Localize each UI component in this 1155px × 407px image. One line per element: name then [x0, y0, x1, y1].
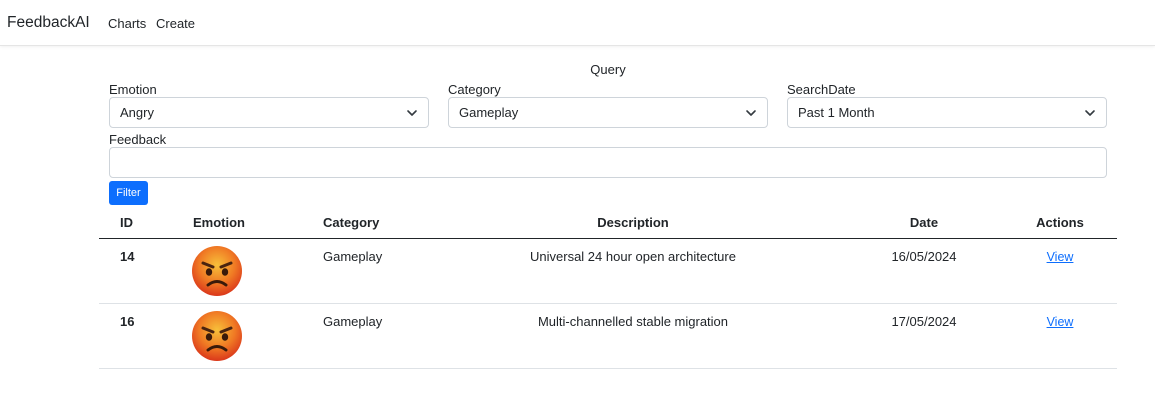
table-header-divider [99, 238, 1117, 239]
category-select-value: Gameplay [459, 105, 519, 120]
column-header-id: ID [120, 215, 133, 230]
feedback-input[interactable] [109, 147, 1107, 178]
search-date-select[interactable]: Past 1 Month [787, 97, 1107, 128]
row-divider [99, 368, 1117, 369]
column-header-actions: Actions [1036, 215, 1084, 230]
nav-charts-link[interactable]: Charts [108, 16, 146, 31]
navbar: FeedbackAI Charts Create [0, 0, 1155, 46]
chevron-down-icon [406, 107, 418, 119]
search-date-label: SearchDate [787, 82, 856, 97]
row-category: Gameplay [323, 249, 383, 264]
angry-face-icon [191, 310, 243, 362]
row-id: 14 [120, 249, 135, 264]
row-divider [99, 303, 1117, 304]
column-header-category: Category [323, 215, 380, 230]
angry-face-icon [191, 245, 243, 297]
feedback-label: Feedback [109, 132, 167, 147]
column-header-emotion: Emotion [193, 215, 245, 230]
brand-link[interactable]: FeedbackAI [7, 14, 90, 32]
emotion-select-value: Angry [120, 105, 154, 120]
column-header-description: Description [597, 215, 669, 230]
chevron-down-icon [1084, 107, 1096, 119]
view-link[interactable]: View [1047, 315, 1074, 329]
emotion-label: Emotion [109, 82, 157, 97]
filter-button[interactable]: Filter [109, 181, 148, 205]
category-label: Category [448, 82, 501, 97]
search-date-select-value: Past 1 Month [798, 105, 875, 120]
row-description: Multi-channelled stable migration [537, 314, 729, 329]
category-select[interactable]: Gameplay [448, 97, 768, 128]
row-date: 16/05/2024 [891, 249, 957, 264]
chevron-down-icon [745, 107, 757, 119]
view-link[interactable]: View [1047, 250, 1074, 264]
nav-create-link[interactable]: Create [156, 16, 195, 31]
query-title: Query [590, 62, 626, 77]
row-date: 17/05/2024 [891, 314, 957, 329]
row-category: Gameplay [323, 314, 383, 329]
row-id: 16 [120, 314, 135, 329]
column-header-date: Date [909, 215, 939, 230]
row-description: Universal 24 hour open architecture [530, 249, 736, 264]
emotion-select[interactable]: Angry [109, 97, 429, 128]
